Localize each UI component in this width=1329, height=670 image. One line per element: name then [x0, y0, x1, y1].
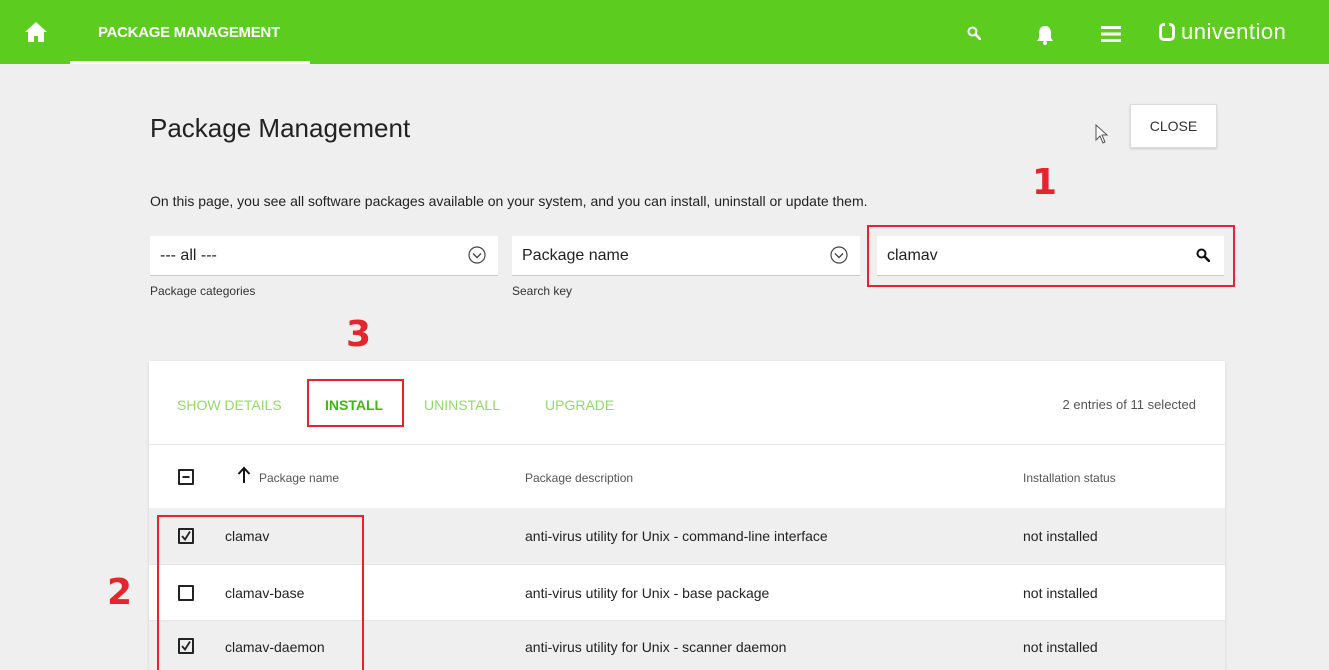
annotation-step-3: 3	[346, 314, 372, 355]
highlight-search-box	[867, 225, 1235, 287]
package-description: anti-virus utility for Unix - command-li…	[525, 528, 828, 544]
home-icon[interactable]	[24, 20, 48, 44]
uninstall-button[interactable]: UNINSTALL	[424, 397, 500, 413]
package-category-select[interactable]: --- all ---	[150, 236, 498, 276]
search-icon[interactable]	[967, 26, 981, 40]
installation-status: not installed	[1023, 528, 1098, 544]
menu-icon[interactable]	[1101, 26, 1121, 42]
annotation-step-2: 2	[107, 572, 133, 613]
mouse-cursor-icon	[1095, 124, 1109, 144]
search-key-label: Search key	[512, 284, 573, 298]
tab-label: PACKAGE MANAGEMENT	[98, 24, 280, 41]
page-title: Package Management	[150, 113, 411, 143]
brand-logo: univention	[1159, 19, 1287, 44]
sort-arrow-up-icon[interactable]	[237, 466, 251, 484]
top-bar: PACKAGE MANAGEMENT univention	[0, 0, 1329, 64]
column-header-installation-status[interactable]: Installation status	[1023, 471, 1116, 485]
package-description: anti-virus utility for Unix - base packa…	[525, 585, 770, 601]
tab-package-management[interactable]: PACKAGE MANAGEMENT	[70, 0, 310, 64]
installation-status: not installed	[1023, 639, 1098, 655]
selection-status: 2 entries of 11 selected	[1062, 397, 1196, 412]
chevron-down-icon[interactable]	[468, 246, 486, 264]
brand-name: univention	[1181, 19, 1287, 44]
column-header-package-name[interactable]: Package name	[259, 471, 339, 485]
close-button[interactable]: CLOSE	[1130, 104, 1217, 148]
minus-icon	[182, 476, 190, 478]
upgrade-button[interactable]: UPGRADE	[545, 397, 614, 413]
category-value: --- all ---	[160, 247, 217, 264]
search-key-value: Package name	[522, 247, 629, 264]
package-description: anti-virus utility for Unix - scanner da…	[525, 639, 787, 655]
table-header: Package name Package description Install…	[149, 444, 1225, 510]
search-key-select[interactable]: Package name	[512, 236, 860, 276]
installation-status: not installed	[1023, 585, 1098, 601]
bell-icon[interactable]	[1035, 25, 1055, 45]
annotation-step-1: 1	[1032, 162, 1058, 203]
page-description: On this page, you see all software packa…	[150, 193, 868, 209]
column-header-package-description[interactable]: Package description	[525, 471, 633, 485]
highlight-install-button	[307, 379, 404, 427]
category-label: Package categories	[150, 284, 256, 298]
univention-logo-icon	[1159, 23, 1175, 41]
show-details-button[interactable]: SHOW DETAILS	[177, 397, 282, 413]
chevron-down-icon[interactable]	[830, 246, 848, 264]
select-all-checkbox[interactable]	[178, 469, 194, 485]
highlight-selected-packages	[157, 515, 364, 670]
